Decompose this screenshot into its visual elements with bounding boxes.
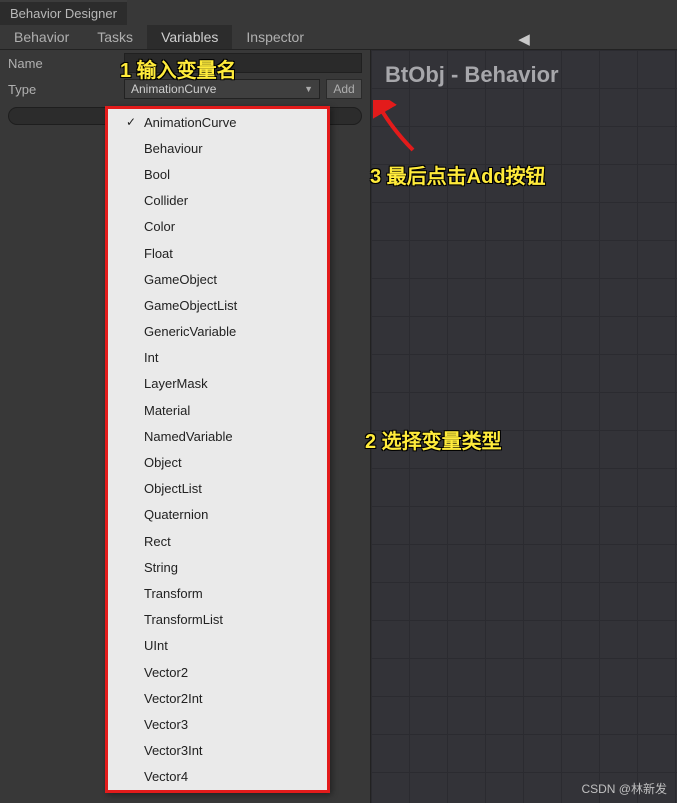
menu-item-material[interactable]: Material [108, 397, 327, 423]
menu-item-object[interactable]: Object [108, 449, 327, 475]
menu-item-gameobjectlist[interactable]: GameObjectList [108, 292, 327, 318]
menu-item-label: TransformList [144, 612, 223, 627]
back-button[interactable]: ◀ [518, 28, 530, 48]
menu-item-label: Vector2Int [144, 691, 203, 706]
menu-item-genericvariable[interactable]: GenericVariable [108, 319, 327, 345]
menu-item-label: GameObjectList [144, 298, 237, 313]
menu-item-namedvariable[interactable]: NamedVariable [108, 423, 327, 449]
menu-item-behaviour[interactable]: Behaviour [108, 135, 327, 161]
type-dropdown-menu[interactable]: ✓AnimationCurve Behaviour Bool Collider Colo… [105, 106, 330, 793]
tab-variables[interactable]: Variables [147, 25, 232, 49]
tab-inspector[interactable]: Inspector [232, 25, 318, 49]
menu-item-string[interactable]: String [108, 554, 327, 580]
menu-item-vector3int[interactable]: Vector3Int [108, 738, 327, 764]
chevron-down-icon: ▼ [304, 84, 313, 94]
menu-item-label: GameObject [144, 272, 217, 287]
menu-item-label: Rect [144, 534, 171, 549]
menu-item-label: Object [144, 455, 182, 470]
menu-item-uint[interactable]: UInt [108, 633, 327, 659]
menu-item-label: Vector4 [144, 769, 188, 784]
menu-item-label: Transform [144, 586, 203, 601]
menu-item-label: Int [144, 350, 158, 365]
watermark: CSDN @林新发 [581, 780, 667, 797]
menu-item-label: Color [144, 219, 175, 234]
menu-item-transform[interactable]: Transform [108, 580, 327, 606]
menu-item-label: NamedVariable [144, 429, 233, 444]
window-tab-label: Behavior Designer [10, 6, 117, 21]
menu-item-bool[interactable]: Bool [108, 161, 327, 187]
tab-tasks[interactable]: Tasks [83, 25, 147, 49]
name-input[interactable] [124, 53, 362, 73]
menu-item-gameobject[interactable]: GameObject [108, 266, 327, 292]
type-dropdown-value: AnimationCurve [131, 82, 216, 96]
menu-item-label: String [144, 560, 178, 575]
menu-item-label: ObjectList [144, 481, 202, 496]
menu-item-color[interactable]: Color [108, 214, 327, 240]
menu-item-float[interactable]: Float [108, 240, 327, 266]
tab-behavior[interactable]: Behavior [0, 25, 83, 49]
menu-item-animationcurve[interactable]: ✓AnimationCurve [108, 109, 327, 135]
menu-item-layermask[interactable]: LayerMask [108, 371, 327, 397]
menu-item-transformlist[interactable]: TransformList [108, 607, 327, 633]
menu-item-label: AnimationCurve [144, 115, 237, 130]
menu-item-quaternion[interactable]: Quaternion [108, 502, 327, 528]
menu-item-vector2[interactable]: Vector2 [108, 659, 327, 685]
menu-item-label: Material [144, 403, 190, 418]
behavior-canvas[interactable]: ◀ BtObj - Behavior [370, 50, 677, 803]
canvas-title: BtObj - Behavior [385, 62, 559, 88]
menu-item-int[interactable]: Int [108, 345, 327, 371]
menu-item-label: GenericVariable [144, 324, 236, 339]
menu-item-vector3[interactable]: Vector3 [108, 711, 327, 737]
menu-item-label: Vector3 [144, 717, 188, 732]
type-dropdown[interactable]: AnimationCurve ▼ [124, 79, 320, 99]
menu-item-collider[interactable]: Collider [108, 188, 327, 214]
menu-item-vector4[interactable]: Vector4 [108, 764, 327, 790]
menu-item-label: Vector2 [144, 665, 188, 680]
menu-item-rect[interactable]: Rect [108, 528, 327, 554]
menu-item-label: Behaviour [144, 141, 203, 156]
menu-item-label: Collider [144, 193, 188, 208]
menu-item-label: LayerMask [144, 376, 208, 391]
name-label: Name [8, 56, 118, 71]
menu-item-label: Bool [144, 167, 170, 182]
type-label: Type [8, 82, 118, 97]
menu-item-objectlist[interactable]: ObjectList [108, 476, 327, 502]
menu-item-label: Float [144, 246, 173, 261]
menu-item-label: UInt [144, 638, 168, 653]
menu-item-label: Quaternion [144, 507, 208, 522]
menu-item-vector2int[interactable]: Vector2Int [108, 685, 327, 711]
window-tab[interactable]: Behavior Designer [0, 0, 127, 25]
sub-tabs: Behavior Tasks Variables Inspector [0, 25, 677, 50]
menu-item-label: Vector3Int [144, 743, 203, 758]
check-icon: ✓ [126, 115, 144, 129]
add-button[interactable]: Add [326, 79, 362, 99]
